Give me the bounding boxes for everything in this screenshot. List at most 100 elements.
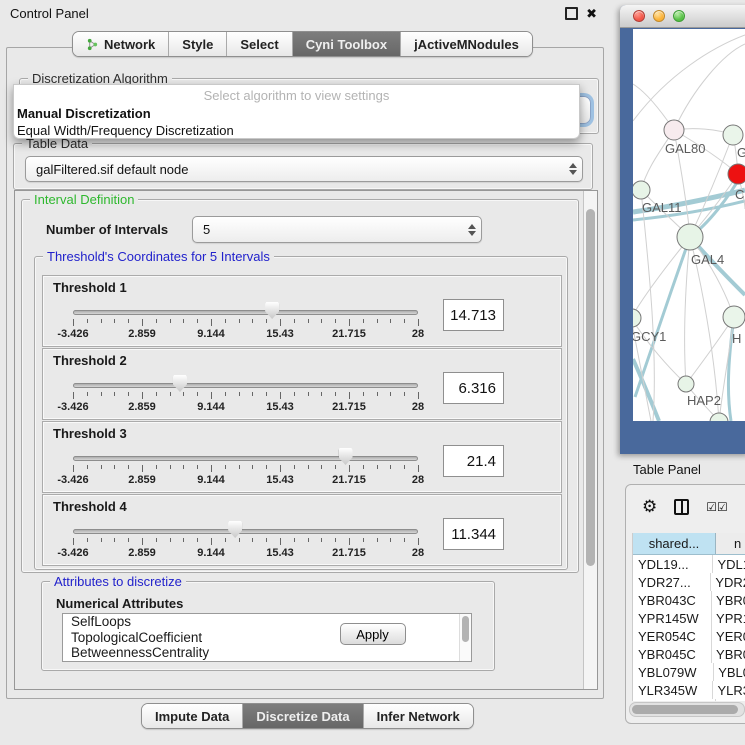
slider-tick bbox=[321, 465, 322, 469]
table-data-combobox[interactable]: galFiltered.sif default node bbox=[25, 156, 583, 182]
algorithm-option[interactable]: Manual Discretization bbox=[14, 105, 579, 122]
table-row[interactable]: YIL052CYIL0 bbox=[633, 699, 745, 701]
thresholds-group: Threshold's Coordinates for 5 Intervals … bbox=[34, 256, 568, 570]
slider-track[interactable] bbox=[73, 310, 418, 315]
tab-select[interactable]: Select bbox=[227, 32, 292, 56]
threshold-value-field[interactable] bbox=[443, 518, 504, 550]
threshold-value-field[interactable] bbox=[443, 372, 504, 404]
table-cell: YBL0 bbox=[714, 663, 745, 681]
network-edge[interactable] bbox=[674, 44, 745, 130]
tab-cyni-toolbox[interactable]: Cyni Toolbox bbox=[293, 32, 401, 56]
slider-tick bbox=[294, 319, 295, 323]
attribute-list-item[interactable]: BetweennessCentrality bbox=[63, 645, 471, 661]
slider-tick bbox=[197, 319, 198, 323]
network-node[interactable] bbox=[633, 309, 641, 327]
slider-tick bbox=[335, 319, 336, 323]
network-edge[interactable] bbox=[686, 317, 734, 384]
network-node[interactable] bbox=[728, 164, 745, 184]
table-row[interactable]: YBL079WYBL0 bbox=[633, 663, 745, 681]
table-cell: YPR145W bbox=[633, 609, 712, 627]
slider-track[interactable] bbox=[73, 456, 418, 461]
zoom-traffic-light-icon[interactable] bbox=[673, 10, 685, 22]
network-node-label: C bbox=[735, 187, 744, 202]
table-horizontal-scrollbar[interactable] bbox=[629, 702, 745, 717]
threshold-label: Threshold 4 bbox=[53, 499, 127, 514]
tab-impute-data[interactable]: Impute Data bbox=[142, 704, 243, 728]
attributes-scrollbar[interactable] bbox=[459, 614, 471, 661]
settings-vertical-scrollbar[interactable] bbox=[583, 191, 597, 689]
slider-thumb[interactable] bbox=[339, 448, 353, 465]
tab-discretize-data[interactable]: Discretize Data bbox=[243, 704, 363, 728]
slider-tick bbox=[280, 538, 281, 545]
slider-thumb[interactable] bbox=[228, 521, 242, 538]
table-row[interactable]: YDR27...YDR2 bbox=[633, 573, 745, 591]
slider-tick bbox=[390, 465, 391, 469]
apply-button[interactable]: Apply bbox=[340, 623, 406, 645]
network-edge[interactable] bbox=[685, 237, 690, 384]
slider-tick bbox=[128, 392, 129, 396]
network-node[interactable] bbox=[678, 376, 694, 392]
table-column-header[interactable]: shared... bbox=[633, 533, 716, 554]
slider-tick bbox=[211, 392, 212, 399]
network-node[interactable] bbox=[633, 181, 650, 199]
slider-tick bbox=[114, 465, 115, 469]
network-edge[interactable] bbox=[635, 237, 690, 397]
minimize-traffic-light-icon[interactable] bbox=[653, 10, 665, 22]
slider-tick bbox=[418, 319, 419, 326]
checkbox-checked-icon[interactable]: ☑☑ bbox=[706, 500, 728, 514]
network-edge[interactable] bbox=[633, 35, 745, 121]
tab-network[interactable]: Network bbox=[73, 32, 169, 56]
network-canvas[interactable]: GAL80GACGAL11GAL4GCY1HHAP2 bbox=[633, 29, 745, 421]
number-of-intervals-combobox[interactable]: 5 bbox=[192, 216, 482, 243]
attributes-group-title: Attributes to discretize bbox=[50, 574, 186, 589]
close-icon[interactable]: ✖ bbox=[586, 8, 597, 19]
network-node[interactable] bbox=[723, 125, 743, 145]
table-row[interactable]: YDL19...YDL1 bbox=[633, 555, 745, 573]
gear-icon[interactable]: ⚙ bbox=[642, 499, 657, 516]
threshold-label: Threshold 3 bbox=[53, 426, 127, 441]
table-row[interactable]: YPR145WYPR1 bbox=[633, 609, 745, 627]
network-window-titlebar[interactable] bbox=[620, 5, 745, 28]
slider-tick-label: 9.144 bbox=[185, 401, 237, 413]
table-cell: YPR1 bbox=[712, 609, 745, 627]
threshold-value-field[interactable] bbox=[443, 445, 504, 477]
float-window-icon[interactable] bbox=[565, 7, 578, 20]
network-edge[interactable] bbox=[633, 237, 690, 318]
slider-tick bbox=[87, 319, 88, 323]
slider-tick bbox=[73, 538, 74, 545]
network-node[interactable] bbox=[664, 120, 684, 140]
table-row[interactable]: YER054CYER0 bbox=[633, 627, 745, 645]
slider-tick bbox=[114, 319, 115, 323]
table-row[interactable]: YLR345WYLR3 bbox=[633, 681, 745, 699]
network-node[interactable] bbox=[723, 306, 745, 328]
slider-track[interactable] bbox=[73, 529, 418, 534]
slider-tick-label: 2.859 bbox=[116, 474, 168, 486]
algorithm-option[interactable]: Equal Width/Frequency Discretization bbox=[14, 122, 579, 139]
slider-tick bbox=[87, 465, 88, 469]
threshold-label: Threshold 2 bbox=[53, 353, 127, 368]
numerical-attributes-label: Numerical Attributes bbox=[56, 596, 183, 611]
table-row[interactable]: YBR045CYBR0 bbox=[633, 645, 745, 663]
algorithm-dropdown-prompt: Select algorithm to view settings bbox=[14, 85, 579, 105]
tab-infer-network[interactable]: Infer Network bbox=[364, 704, 473, 728]
attribute-list-item[interactable]: TopologicalCoefficient bbox=[63, 630, 471, 646]
close-traffic-light-icon[interactable] bbox=[633, 10, 645, 22]
table-row[interactable]: YBR043CYBR0 bbox=[633, 591, 745, 609]
slider-thumb[interactable] bbox=[173, 375, 187, 392]
slider-tick bbox=[363, 319, 364, 323]
slider-track[interactable] bbox=[73, 383, 418, 388]
attribute-list-item[interactable]: SelfLoops bbox=[63, 614, 471, 630]
threshold-panel: Threshold 4-3.4262.8599.14415.4321.71528 bbox=[42, 494, 562, 566]
split-columns-icon[interactable] bbox=[674, 499, 689, 515]
network-node-label: GCY1 bbox=[633, 329, 666, 344]
network-node[interactable] bbox=[677, 224, 703, 250]
thresholds-group-title: Threshold's Coordinates for 5 Intervals bbox=[43, 249, 274, 264]
threshold-value-field[interactable] bbox=[443, 299, 504, 331]
table-cell: YER0 bbox=[712, 627, 745, 645]
table-column-header[interactable]: n bbox=[716, 533, 745, 554]
numerical-attributes-list[interactable]: SelfLoopsTopologicalCoefficientBetweenne… bbox=[62, 613, 472, 662]
slider-tick-label: 2.859 bbox=[116, 401, 168, 413]
slider-thumb[interactable] bbox=[265, 302, 279, 319]
tab-jactivemnodules[interactable]: jActiveMNodules bbox=[401, 32, 532, 56]
tab-style[interactable]: Style bbox=[169, 32, 227, 56]
